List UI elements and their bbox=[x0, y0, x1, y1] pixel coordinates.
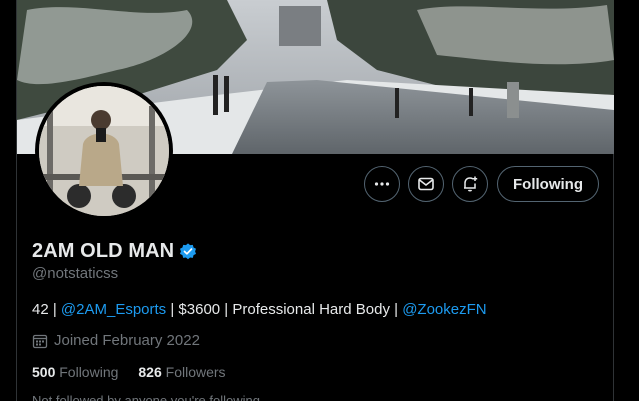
following-label: Following bbox=[59, 364, 119, 380]
more-button[interactable] bbox=[364, 166, 400, 202]
followers-count-link[interactable]: 826 Followers bbox=[138, 364, 225, 380]
followers-label: Followers bbox=[165, 364, 226, 380]
following-count-link[interactable]: 500 Following bbox=[32, 364, 118, 380]
joined-text: Joined February 2022 bbox=[54, 332, 200, 349]
bio-mention-link[interactable]: @ZookezFN bbox=[402, 301, 486, 318]
message-button[interactable] bbox=[408, 166, 444, 202]
bio-text: | $3600 | Professional Hard Body | bbox=[166, 301, 403, 318]
display-name: 2AM OLD MAN bbox=[32, 240, 175, 262]
notifications-button[interactable] bbox=[452, 166, 488, 202]
bell-plus-icon bbox=[464, 176, 478, 192]
followers-count: 826 bbox=[138, 364, 162, 380]
envelope-icon bbox=[418, 177, 434, 191]
follow-stats: 500 Following 826 Followers bbox=[32, 364, 246, 380]
avatar-image bbox=[39, 86, 169, 216]
bio-mention-link[interactable]: @2AM_Esports bbox=[61, 301, 166, 318]
followed-by-note: Not followed by anyone you're following bbox=[32, 393, 260, 401]
bio-text: 42 | bbox=[32, 301, 61, 318]
profile-bio: 42 | @2AM_Esports | $3600 | Professional… bbox=[32, 301, 487, 318]
joined-date: Joined February 2022 bbox=[32, 332, 200, 349]
profile-handle: @notstaticss bbox=[32, 265, 119, 282]
profile-avatar[interactable] bbox=[35, 82, 173, 220]
more-horizontal-icon bbox=[374, 182, 390, 186]
following-count: 500 bbox=[32, 364, 56, 380]
profile-name-row: 2AM OLD MAN bbox=[32, 240, 198, 263]
profile-column: Following 2AM OLD MAN @notstaticss 42 | … bbox=[16, 0, 614, 401]
following-button[interactable]: Following bbox=[497, 166, 599, 202]
calendar-icon bbox=[32, 334, 48, 348]
verified-badge-icon[interactable] bbox=[178, 242, 198, 262]
